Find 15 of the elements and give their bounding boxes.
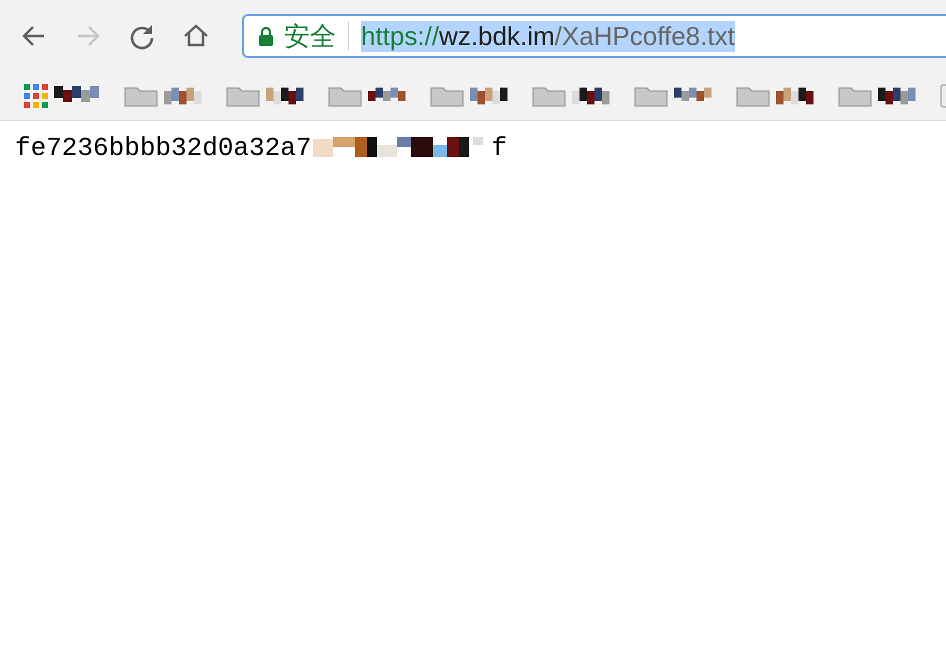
folder-icon[interactable] xyxy=(430,85,464,107)
folder-icon[interactable] xyxy=(634,85,668,107)
address-bar[interactable]: 安全 https://wz.bdk.im/XaHPcoffe8.txt xyxy=(242,14,946,58)
folder-icon[interactable] xyxy=(328,85,362,107)
folder-icon[interactable] xyxy=(124,85,158,107)
document-text: f xyxy=(491,133,508,163)
folder-icon[interactable] xyxy=(838,85,872,107)
url-text: https://wz.bdk.im/XaHPcoffe8.txt xyxy=(361,20,735,52)
folder-icon[interactable] xyxy=(532,85,566,107)
folder-icon[interactable] xyxy=(226,85,260,107)
apps-grid-icon[interactable] xyxy=(24,84,48,108)
document-text: fe7236bbbb32d0a32a7 xyxy=(15,133,312,163)
security-label: 安全 xyxy=(284,20,336,52)
folder-icon[interactable] xyxy=(736,85,770,107)
lock-icon xyxy=(258,26,274,46)
